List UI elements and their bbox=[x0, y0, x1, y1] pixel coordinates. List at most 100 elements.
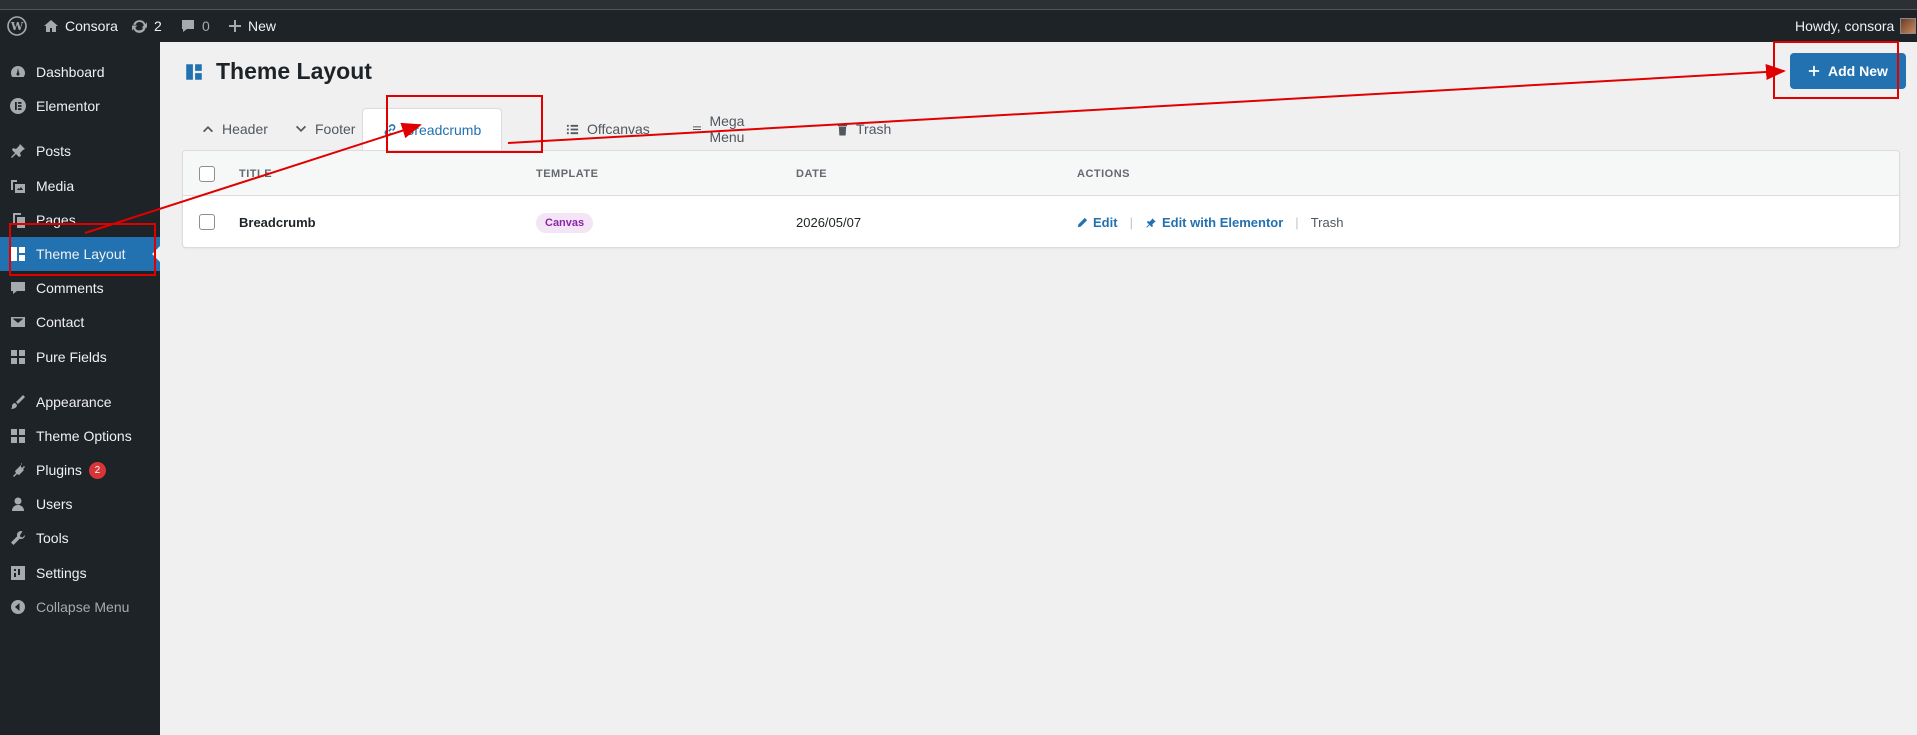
action-separator: | bbox=[1129, 215, 1133, 230]
sidebar-item-label: Appearance bbox=[36, 394, 112, 410]
select-all-checkbox[interactable] bbox=[199, 166, 215, 182]
sidebar-item-theme-options[interactable]: Theme Options bbox=[0, 419, 160, 453]
main-content: Theme Layout Add New Header Footer Bread… bbox=[160, 42, 1917, 735]
avatar bbox=[1900, 18, 1917, 34]
layouts-table: TITLE TEMPLATE DATE ACTIONS Breadcrumb C… bbox=[182, 150, 1900, 248]
tab-breadcrumb[interactable]: Breadcrumb bbox=[362, 108, 503, 150]
refresh-icon bbox=[132, 19, 147, 33]
site-name-link[interactable]: Consora bbox=[43, 10, 118, 42]
tab-header[interactable]: Header bbox=[202, 108, 268, 150]
envelope-icon bbox=[0, 313, 36, 331]
pages-icon bbox=[0, 211, 36, 229]
tab-trash[interactable]: Trash bbox=[837, 108, 891, 150]
sidebar-item-label: Comments bbox=[36, 280, 104, 296]
elementor-icon bbox=[0, 97, 36, 115]
plugins-update-badge: 2 bbox=[88, 461, 106, 479]
wordpress-logo-button[interactable]: W bbox=[7, 10, 27, 42]
sidebar-item-theme-layout[interactable]: Theme Layout bbox=[0, 237, 160, 271]
sidebar-item-label: Plugins bbox=[36, 462, 82, 478]
sidebar-item-elementor[interactable]: Elementor bbox=[0, 89, 160, 123]
comments-link[interactable]: 0 bbox=[180, 10, 210, 42]
page-title: Theme Layout bbox=[216, 58, 372, 84]
table-row: Breadcrumb Canvas 2026/05/07 Edit | Edit… bbox=[183, 197, 1899, 248]
user-icon bbox=[0, 495, 36, 513]
updates-count: 2 bbox=[154, 18, 162, 34]
sidebar-item-label: Settings bbox=[36, 565, 87, 581]
list-icon bbox=[566, 124, 579, 134]
tab-mega-menu[interactable]: Mega Menu bbox=[693, 108, 751, 150]
layout-icon bbox=[186, 63, 202, 80]
sidebar-item-users[interactable]: Users bbox=[0, 487, 160, 521]
updates-link[interactable]: 2 bbox=[131, 10, 162, 42]
admin-bar: W Consora 2 0 New Howdy, consora bbox=[0, 10, 1917, 42]
column-title[interactable]: TITLE bbox=[239, 151, 272, 196]
sidebar-item-appearance[interactable]: Appearance bbox=[0, 385, 160, 419]
page-header: Theme Layout bbox=[184, 58, 372, 85]
sidebar-item-label: Theme Layout bbox=[36, 246, 126, 262]
row-date: 2026/05/07 bbox=[796, 215, 862, 230]
add-new-button[interactable]: Add New bbox=[1790, 53, 1906, 89]
tab-label: Mega Menu bbox=[709, 113, 745, 145]
sidebar-item-pure-fields[interactable]: Pure Fields bbox=[0, 340, 160, 374]
admin-sidebar: Dashboard Elementor Posts Media Pages Th… bbox=[0, 42, 160, 735]
row-checkbox[interactable] bbox=[199, 214, 215, 230]
sidebar-item-label: Theme Options bbox=[36, 428, 132, 444]
trash-link[interactable]: Trash bbox=[1311, 215, 1344, 230]
brush-icon bbox=[0, 393, 36, 411]
dashboard-icon bbox=[0, 63, 36, 81]
sidebar-item-label: Dashboard bbox=[36, 64, 105, 80]
sidebar-item-settings[interactable]: Settings bbox=[0, 556, 160, 590]
home-icon bbox=[44, 20, 58, 32]
action-separator: | bbox=[1295, 215, 1299, 230]
comments-count: 0 bbox=[202, 18, 210, 34]
sidebar-item-label: Posts bbox=[36, 143, 72, 159]
svg-text:W: W bbox=[10, 20, 24, 33]
pin-icon bbox=[0, 142, 36, 160]
my-account-link[interactable]: Howdy, consora bbox=[1795, 10, 1917, 42]
column-actions: ACTIONS bbox=[1077, 167, 1130, 180]
sidebar-item-posts[interactable]: Posts bbox=[0, 134, 160, 168]
howdy-text: Howdy, consora bbox=[1795, 18, 1895, 34]
sidebar-item-contact[interactable]: Contact bbox=[0, 305, 160, 339]
sidebar-item-label: Pure Fields bbox=[36, 349, 107, 365]
wordpress-icon: W bbox=[7, 16, 27, 36]
sidebar-item-pages[interactable]: Pages bbox=[0, 203, 160, 237]
sidebar-item-label: Media bbox=[36, 178, 75, 194]
sidebar-item-plugins[interactable]: Plugins 2 bbox=[0, 453, 160, 487]
tab-label: Breadcrumb bbox=[405, 121, 482, 138]
media-icon bbox=[0, 177, 36, 195]
link-icon bbox=[384, 123, 396, 136]
column-template[interactable]: TEMPLATE bbox=[536, 151, 598, 196]
new-content-link[interactable]: New bbox=[228, 10, 276, 42]
collapse-menu-button[interactable]: Collapse Menu bbox=[0, 590, 160, 624]
grid-icon bbox=[0, 348, 36, 366]
row-title[interactable]: Breadcrumb bbox=[239, 197, 316, 248]
sidebar-item-tools[interactable]: Tools bbox=[0, 521, 160, 555]
template-badge: Canvas bbox=[536, 212, 594, 233]
tab-offcanvas[interactable]: Offcanvas bbox=[566, 108, 650, 150]
tab-label: Header bbox=[222, 121, 268, 137]
tab-footer[interactable]: Footer bbox=[295, 108, 355, 150]
pencil-icon bbox=[1077, 217, 1088, 228]
tab-label: Trash bbox=[856, 121, 892, 137]
sidebar-item-comments[interactable]: Comments bbox=[0, 271, 160, 305]
row-template: Canvas bbox=[536, 197, 594, 248]
sidebar-item-label: Collapse Menu bbox=[36, 599, 130, 615]
edit-label: Edit bbox=[1093, 215, 1118, 230]
sidebar-item-label: Tools bbox=[36, 530, 69, 546]
add-new-label: Add New bbox=[1828, 63, 1888, 79]
sidebar-item-media[interactable]: Media bbox=[0, 169, 160, 203]
tab-label: Offcanvas bbox=[587, 121, 650, 137]
column-date[interactable]: DATE bbox=[796, 151, 827, 196]
menu-icon bbox=[693, 125, 702, 133]
tab-label: Footer bbox=[315, 121, 356, 137]
sidebar-item-label: Users bbox=[36, 496, 73, 512]
edit-with-elementor-link[interactable]: Edit with Elementor bbox=[1145, 215, 1283, 230]
collapse-icon bbox=[0, 598, 36, 616]
new-label: New bbox=[248, 18, 277, 34]
comment-icon bbox=[0, 279, 36, 297]
sidebar-item-dashboard[interactable]: Dashboard bbox=[0, 55, 160, 89]
trash-icon bbox=[837, 123, 848, 135]
sidebar-item-label: Elementor bbox=[36, 98, 100, 114]
edit-link[interactable]: Edit bbox=[1077, 215, 1118, 230]
